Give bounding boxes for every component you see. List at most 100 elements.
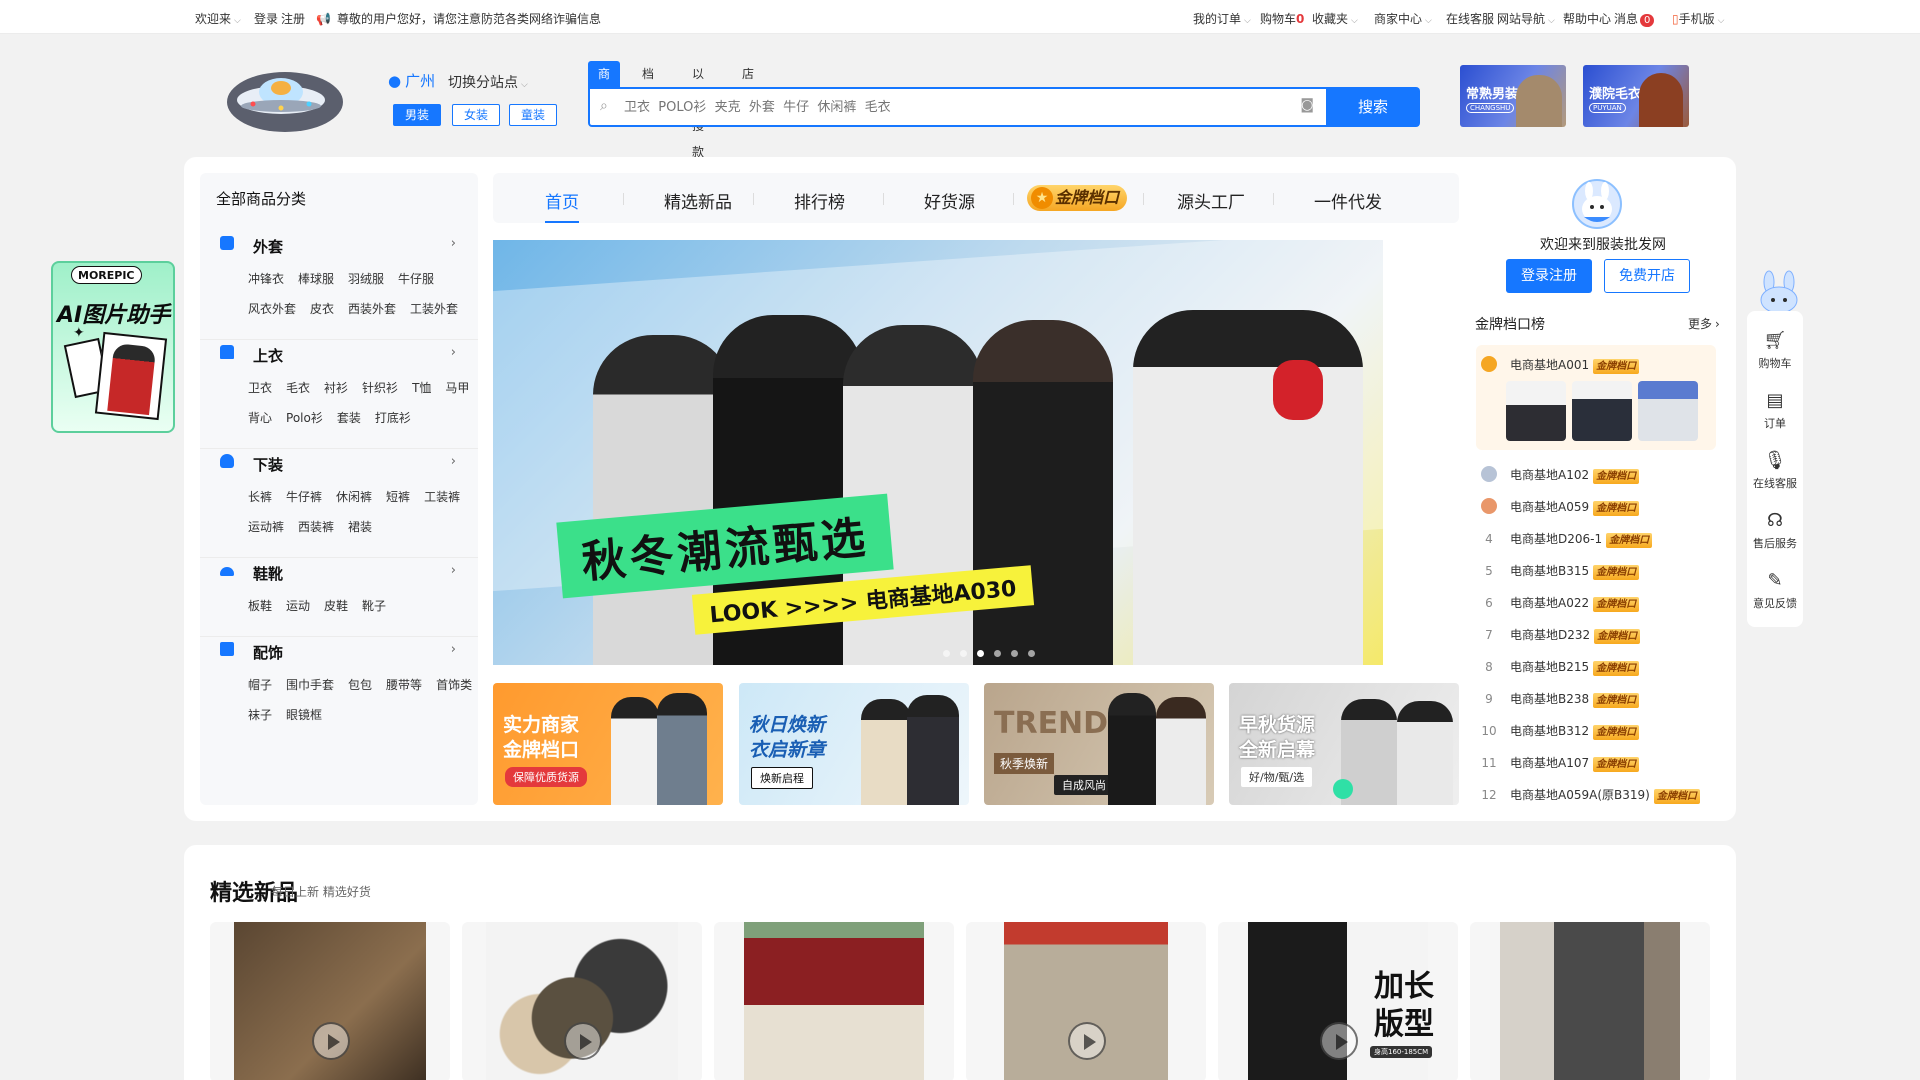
ai-image-assistant-card[interactable]: MOREPIC AI图片助手 ✦ — [51, 261, 175, 433]
subcategory-link[interactable]: 毛衣 — [286, 381, 310, 395]
nav-ranking[interactable]: 排行榜 — [794, 188, 845, 213]
subcategory-link[interactable]: 工装裤 — [424, 490, 460, 504]
subcategory-link[interactable]: 皮衣 — [310, 302, 334, 316]
subcategory-link[interactable]: 羽绒服 — [348, 272, 384, 286]
open-shop-button[interactable]: 免费开店 — [1604, 259, 1690, 293]
subcategory-link[interactable]: 牛仔服 — [398, 272, 434, 286]
subcategory-link[interactable]: 风衣外套 — [248, 302, 296, 316]
ad-banner-changshu[interactable]: 常熟男装 CHANGSHU — [1460, 65, 1566, 127]
ranking-item-1[interactable]: 电商基地A001 金牌档口 — [1478, 356, 1640, 374]
subcategory-link[interactable]: 裙装 — [348, 520, 372, 534]
welcome-menu[interactable]: 欢迎来 ⌵ — [195, 10, 241, 27]
sidebar-item-online-service[interactable]: 🎙︎ 在线客服 — [1747, 451, 1803, 491]
play-icon[interactable] — [1320, 1022, 1358, 1060]
subcategory-link[interactable]: 腰带等 — [386, 678, 422, 692]
subcategory-link[interactable]: 套装 — [337, 411, 361, 425]
play-icon[interactable] — [1068, 1022, 1106, 1060]
promo-autumn-new[interactable]: 秋日焕新 衣启新章 焕新启程 — [739, 683, 969, 805]
login-register-button[interactable]: 登录注册 — [1506, 259, 1592, 293]
subcategory-link[interactable]: 西装外套 — [348, 302, 396, 316]
subcategory-link[interactable]: 短裤 — [386, 490, 410, 504]
subcategory-link[interactable]: 靴子 — [362, 599, 386, 613]
camera-icon[interactable]: ◙ — [1300, 97, 1314, 113]
subcategory-link[interactable]: Polo衫 — [286, 411, 323, 425]
online-service-link[interactable]: 在线客服 — [1446, 10, 1494, 27]
category-bottoms[interactable]: 下装 › 长裤 牛仔裤 休闲裤 短裤 工装裤 运动裤 西装裤 裙装 — [200, 454, 478, 558]
subcategory-link[interactable]: 板鞋 — [248, 599, 272, 613]
login-link[interactable]: 登录 — [254, 10, 278, 27]
notice-bar[interactable]: 📢 尊敬的用户您好，请您注意防范各类网络诈骗信息 — [316, 10, 601, 27]
play-icon[interactable] — [564, 1022, 602, 1060]
nav-home[interactable]: 首页 — [545, 188, 579, 223]
product-card[interactable]: 加长 版型 身高160-185CM — [1218, 922, 1458, 1080]
product-card[interactable] — [462, 922, 702, 1080]
ranking-item-10[interactable]: 10 电商基地B312 金牌档口 — [1478, 722, 1640, 740]
sidebar-item-cart[interactable]: 🛒︎ 购物车 — [1747, 331, 1803, 371]
my-orders-menu[interactable]: 我的订单 ⌵ — [1193, 10, 1251, 27]
subcategory-link[interactable]: 马甲 — [445, 381, 469, 395]
promo-trend[interactable]: TREND 秋季焕新 自成风尚 — [984, 683, 1214, 805]
nav-new-arrivals[interactable]: 精选新品 — [664, 188, 732, 213]
product-card[interactable] — [714, 922, 954, 1080]
subcategory-link[interactable]: 打底衫 — [375, 411, 411, 425]
ranking-item-2[interactable]: 电商基地A102 金牌档口 — [1478, 466, 1640, 484]
product-thumbnail[interactable] — [1638, 381, 1698, 441]
subcategory-link[interactable]: 衬衫 — [324, 381, 348, 395]
ranking-item-7[interactable]: 7 电商基地D232 金牌档口 — [1478, 626, 1641, 644]
messages-link[interactable]: 消息 0 — [1614, 10, 1655, 27]
ad-banner-puyuan[interactable]: 濮院毛衣 PUYUAN — [1583, 65, 1689, 127]
sidebar-item-orders[interactable]: ▤ 订单 — [1747, 391, 1803, 431]
product-card[interactable] — [1470, 922, 1710, 1080]
category-button-kids[interactable]: 童装 — [509, 104, 557, 126]
favorites-menu[interactable]: 收藏夹 ⌵ — [1312, 10, 1358, 27]
carousel-dot[interactable] — [960, 650, 967, 657]
category-tops[interactable]: 上衣 › 卫衣 毛衣 衬衫 针织衫 T恤 马甲 背心 Polo衫 套装 打底衫 — [200, 345, 478, 449]
ranking-item-9[interactable]: 9 电商基地B238 金牌档口 — [1478, 690, 1640, 708]
subcategory-link[interactable]: 工装外套 — [410, 302, 458, 316]
search-input[interactable] — [624, 97, 1264, 117]
nav-factory[interactable]: 源头工厂 — [1177, 188, 1245, 213]
ranking-item-12[interactable]: 12 电商基地A059A(原B319) 金牌档口 — [1478, 786, 1700, 804]
register-link[interactable]: 注册 — [281, 10, 305, 27]
product-thumbnail[interactable] — [1572, 381, 1632, 441]
search-tab-stall[interactable]: 档口 — [632, 61, 664, 107]
nav-gold-stalls[interactable]: ★ 金牌档口 — [1027, 185, 1128, 211]
subcategory-link[interactable]: 长裤 — [248, 490, 272, 504]
subcategory-link[interactable]: 首饰类 — [436, 678, 472, 692]
search-tab-goods[interactable]: 商品 — [588, 61, 621, 107]
carousel-dot[interactable] — [1028, 650, 1035, 657]
product-thumbnail[interactable] — [1506, 381, 1566, 441]
subcategory-link[interactable]: 棒球服 — [298, 272, 334, 286]
subcategory-link[interactable]: 运动 — [286, 599, 310, 613]
promo-early-autumn[interactable]: 早秋货源 全新启幕 好/物/甄/选 — [1229, 683, 1459, 805]
sidebar-item-after-sales[interactable]: ☊ 售后服务 — [1747, 511, 1803, 551]
subcategory-link[interactable]: 卫衣 — [248, 381, 272, 395]
category-outerwear[interactable]: 外套 › 冲锋衣 棒球服 羽绒服 牛仔服 风衣外套 皮衣 西装外套 工装外套 — [200, 236, 478, 340]
product-card[interactable] — [210, 922, 450, 1080]
nav-dropship[interactable]: 一件代发 — [1314, 188, 1382, 213]
subcategory-link[interactable]: 帽子 — [248, 678, 272, 692]
product-card[interactable] — [966, 922, 1206, 1080]
play-icon[interactable] — [312, 1022, 350, 1060]
ranking-item-6[interactable]: 6 电商基地A022 金牌档口 — [1478, 594, 1640, 612]
help-center-link[interactable]: 帮助中心 — [1563, 10, 1611, 27]
site-logo[interactable] — [225, 62, 343, 134]
cart-link[interactable]: 购物车0 — [1260, 10, 1304, 27]
subcategory-link[interactable]: 运动裤 — [248, 520, 284, 534]
ranking-item-3[interactable]: 电商基地A059 金牌档口 — [1478, 498, 1640, 516]
promo-gold-stalls[interactable]: 实力商家 金牌档口 保障优质货源 — [493, 683, 723, 805]
ranking-item-8[interactable]: 8 电商基地B215 金牌档口 — [1478, 658, 1640, 676]
search-tab-image[interactable]: 以图搜款 — [682, 61, 714, 159]
subcategory-link[interactable]: 包包 — [348, 678, 372, 692]
category-button-men[interactable]: 男装 — [393, 104, 441, 126]
subcategory-link[interactable]: 针织衫 — [362, 381, 398, 395]
carousel-dot[interactable] — [977, 650, 984, 657]
hero-banner[interactable]: 秋冬潮流甄选 LOOK >>>> 电商基地A030 — [493, 240, 1383, 665]
subcategory-link[interactable]: 休闲裤 — [336, 490, 372, 504]
subcategory-link[interactable]: 冲锋衣 — [248, 272, 284, 286]
category-accessories[interactable]: 配饰 › 帽子 围巾手套 包包 腰带等 首饰类 袜子 眼镜框 — [200, 642, 478, 734]
subcategory-link[interactable]: 眼镜框 — [286, 708, 322, 722]
merchant-center-menu[interactable]: 商家中心 ⌵ — [1374, 10, 1432, 27]
site-nav-menu[interactable]: 网站导航 ⌵ — [1497, 10, 1555, 27]
mobile-menu[interactable]: ▯手机版 ⌵ — [1672, 10, 1724, 27]
